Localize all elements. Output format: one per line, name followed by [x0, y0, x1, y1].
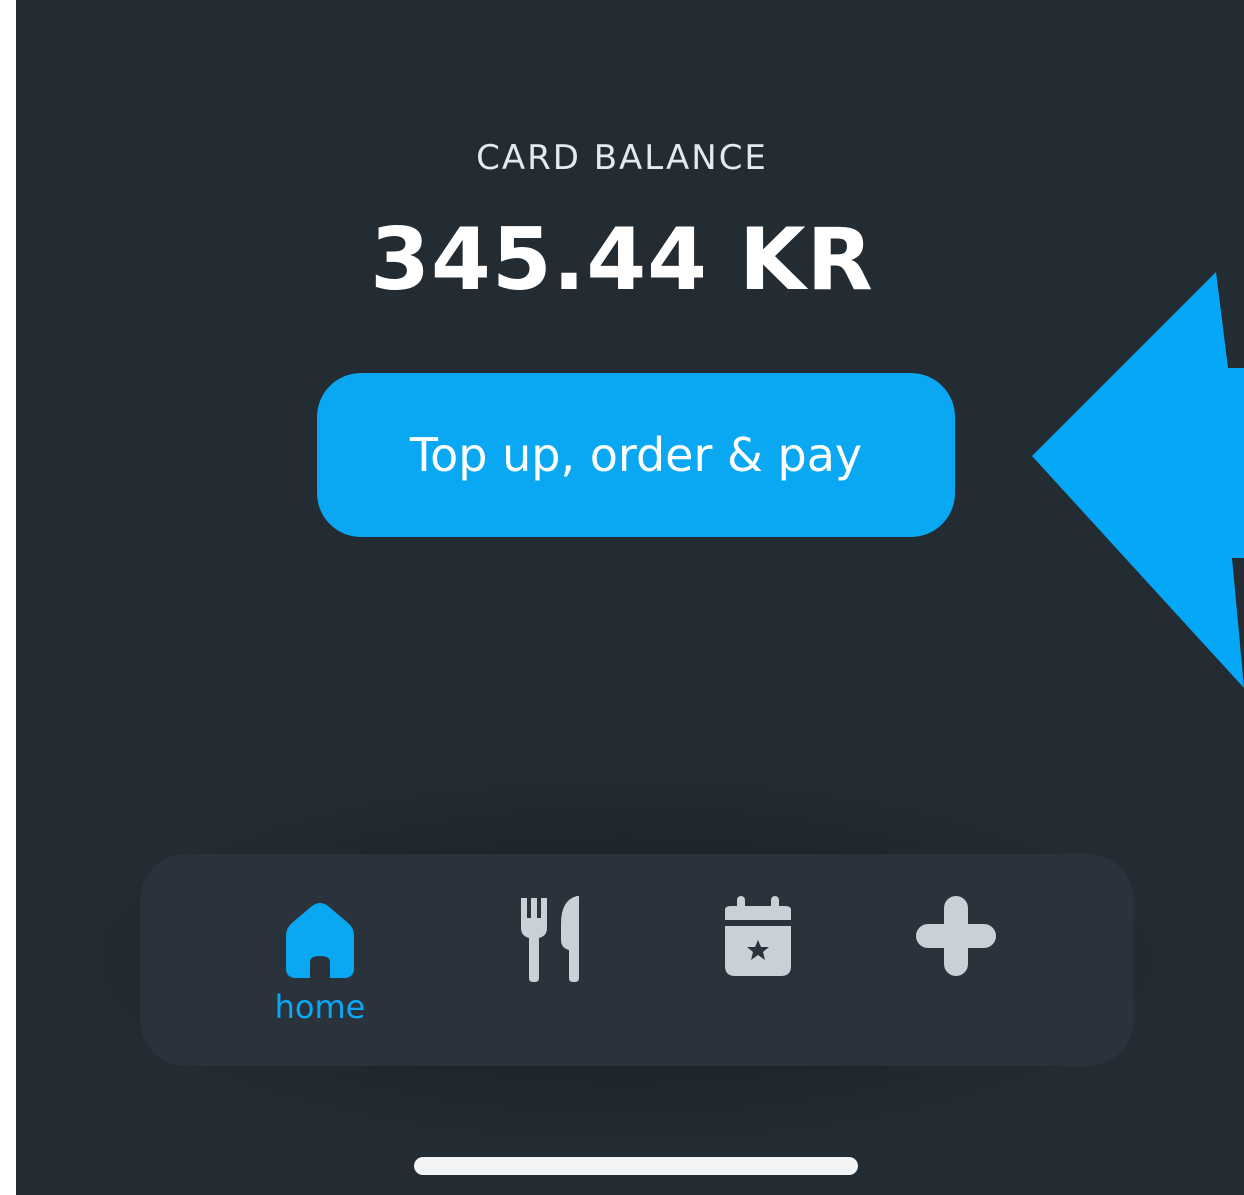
- calendar-star-icon: [725, 896, 791, 976]
- card-balance-label: CARD BALANCE: [476, 138, 768, 178]
- bottom-navigation: home: [140, 854, 1134, 1066]
- home-indicator[interactable]: [414, 1157, 858, 1175]
- nav-item-events[interactable]: [688, 854, 828, 1066]
- nav-item-menu[interactable]: [480, 854, 620, 1066]
- plus-icon: [916, 896, 996, 976]
- app-screen: CARD BALANCE 345.44 KR Top up, order & p…: [16, 0, 1244, 1195]
- fork-knife-icon: [521, 896, 579, 982]
- top-up-order-pay-button[interactable]: Top up, order & pay: [317, 373, 955, 537]
- pointer-arrow-icon: [1032, 272, 1244, 688]
- home-icon: [286, 903, 354, 978]
- nav-item-home-label: home: [274, 988, 366, 1026]
- app-frame: CARD BALANCE 345.44 KR Top up, order & p…: [0, 0, 1244, 1195]
- nav-item-home[interactable]: home: [250, 854, 390, 1066]
- nav-item-more[interactable]: [886, 854, 1026, 1066]
